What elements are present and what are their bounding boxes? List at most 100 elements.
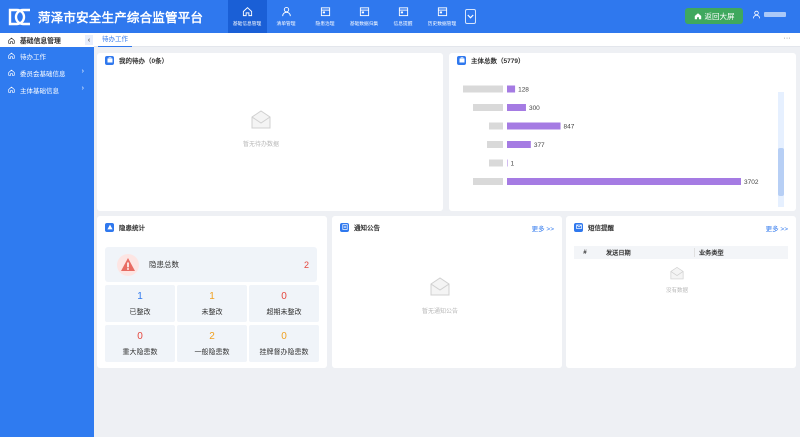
briefcase-icon <box>105 55 114 65</box>
hazard-title: 隐患统计 <box>119 225 145 232</box>
sms-table-header: # 发送日期 业务类型 <box>574 246 788 259</box>
hazard-cell-major[interactable]: 0 重大隐患数 <box>105 325 175 362</box>
subjects-title: 主体总数（5779） <box>471 58 525 65</box>
home-icon <box>8 86 15 93</box>
return-label: 返回大屏 <box>704 11 735 21</box>
nav-label: 隐患治理 <box>315 21 335 27</box>
hazard-cell-unrectified[interactable]: 1 未整改 <box>177 285 247 322</box>
nav-reminders[interactable]: 信息提醒 <box>384 0 423 33</box>
tab-more-button[interactable]: ··· <box>782 35 792 44</box>
sidebar-item-subject[interactable]: 主体基础信息 › <box>0 81 94 98</box>
hazard-cell-value: 0 <box>281 290 287 302</box>
home-icon <box>8 69 15 76</box>
todo-empty-text: 暂无待办数据 <box>243 142 280 148</box>
chart-bar[interactable] <box>507 159 508 167</box>
chart-category-label <box>463 85 503 93</box>
logo: 菏泽市安全生产综合监管平台 <box>0 0 228 33</box>
chart-scrollbar[interactable] <box>778 92 784 207</box>
nav-history-data[interactable]: 历史数据管理 <box>423 0 462 33</box>
nav-label: 历史数据管理 <box>428 21 457 27</box>
chart-bar[interactable] <box>507 122 561 130</box>
hazard-cell-label: 已整改 <box>129 308 151 316</box>
hazard-panel-header: 隐患统计 <box>97 216 327 238</box>
notice-panel: 通知公告 更多 >> 暂无通知公告 <box>332 216 562 368</box>
top-header: 菏泽市安全生产综合监管平台 基础信息管理 清单管理 隐患治理 基础数据归集 信息… <box>0 0 800 33</box>
nav-data-collection[interactable]: 基础数据归集 <box>345 0 384 33</box>
hazard-cell-overdue[interactable]: 0 超期未整改 <box>249 285 319 322</box>
app-title: 菏泽市安全生产综合监管平台 <box>38 11 204 25</box>
empty-inbox-icon <box>251 110 271 129</box>
chart-scrollbar-thumb[interactable] <box>778 148 784 196</box>
sms-panel: 短信提醒 更多 >> # 发送日期 业务类型 没有数据 <box>566 216 796 368</box>
nav-label: 基础数据归集 <box>350 21 379 27</box>
sidebar: 基础信息管理 ‹ 待办工作 委员会基础信息 › 主体基础信息 › <box>0 33 94 437</box>
hazard-cell-label: 挂牌督办隐患数 <box>259 348 309 356</box>
subjects-panel-header: 主体总数（5779） <box>449 53 796 67</box>
sidebar-collapse-button[interactable]: ‹ <box>85 35 93 45</box>
nav-label: 基础信息管理 <box>233 21 262 27</box>
sidebar-item-label: 待办工作 <box>20 53 46 61</box>
subjects-panel: 主体总数（5779） 128 300 847 377 1 3702 <box>449 53 796 211</box>
chevron-right-icon: › <box>81 85 84 92</box>
sms-empty-text: 没有数据 <box>666 288 689 294</box>
chart-category-label <box>487 141 503 148</box>
chart-value-label: 1 <box>511 160 515 167</box>
sms-empty-state: 没有数据 <box>666 266 688 294</box>
sms-panel-header: 短信提醒 更多 >> <box>566 216 796 238</box>
hazard-cell-rectified[interactable]: 1 已整改 <box>105 285 175 322</box>
notice-empty-text: 暂无通知公告 <box>422 309 459 315</box>
hazard-cell-value: 2 <box>209 330 215 342</box>
chevron-right-icon: › <box>81 68 84 75</box>
hazard-cell-label: 重大隐患数 <box>122 348 158 356</box>
logo-icon <box>8 8 30 25</box>
top-nav: 基础信息管理 清单管理 隐患治理 基础数据归集 信息提醒 历史数据管理 <box>228 0 476 33</box>
chart-category-label <box>473 104 503 111</box>
hazard-cell-general[interactable]: 2 一般隐患数 <box>177 325 247 362</box>
chart-bar[interactable] <box>507 178 741 185</box>
sms-more-link[interactable]: 更多 >> <box>766 223 788 233</box>
sidebar-item-todo[interactable]: 待办工作 <box>0 47 94 64</box>
nav-more-button[interactable] <box>465 9 476 24</box>
hazard-total-label: 隐患总数 <box>149 260 179 269</box>
sidebar-item-label: 主体基础信息 <box>20 87 59 95</box>
user-icon <box>752 10 761 19</box>
chart-value-label: 128 <box>518 86 529 93</box>
sidebar-item-committee[interactable]: 委员会基础信息 › <box>0 64 94 81</box>
hazard-cell-value: 0 <box>137 330 143 342</box>
todo-empty-state: 暂无待办数据 <box>243 109 279 148</box>
nav-hazard-governance[interactable]: 隐患治理 <box>306 0 345 33</box>
notice-empty-state: 暂无通知公告 <box>422 276 458 315</box>
calendar-icon <box>398 7 409 17</box>
sms-col-index: # <box>583 249 587 256</box>
chart-category-label <box>473 178 503 185</box>
chart-bar[interactable] <box>507 104 526 111</box>
hazard-cell-label: 一般隐患数 <box>194 348 230 356</box>
chevron-down-icon <box>467 14 474 19</box>
warning-icon <box>117 253 139 276</box>
todo-panel: 我的待办（0条） 暂无待办数据 <box>97 53 443 211</box>
chart-bar[interactable] <box>507 85 516 93</box>
chart-value-label: 300 <box>529 105 540 112</box>
notice-more-link[interactable]: 更多 >> <box>532 223 554 233</box>
sidebar-header: 基础信息管理 ‹ <box>0 33 94 47</box>
user-menu[interactable]: 用户 <box>752 10 786 19</box>
nav-list-management[interactable]: 清单管理 <box>267 0 306 33</box>
return-to-dashboard-button[interactable]: 返回大屏 <box>685 8 743 24</box>
nav-basic-info[interactable]: 基础信息管理 <box>228 0 267 33</box>
sidebar-item-label: 委员会基础信息 <box>20 70 66 78</box>
tab-todo[interactable]: 待办工作 <box>98 33 132 47</box>
message-icon <box>574 222 583 232</box>
home-icon <box>8 52 15 59</box>
hazard-total-value: 2 <box>303 259 309 270</box>
hazard-cell-value: 1 <box>209 290 215 302</box>
sms-col-date: 发送日期 <box>606 250 631 257</box>
nav-label: 清单管理 <box>276 21 296 27</box>
notice-title: 通知公告 <box>354 225 380 232</box>
hazard-cell-label: 超期未整改 <box>266 308 302 316</box>
empty-inbox-icon <box>670 266 684 280</box>
calendar-icon <box>320 7 331 17</box>
chart-value-label: 847 <box>564 123 575 130</box>
hazard-cell-supervised[interactable]: 0 挂牌督办隐患数 <box>249 325 319 362</box>
todo-panel-header: 我的待办（0条） <box>97 53 443 67</box>
chart-bar[interactable] <box>507 141 531 148</box>
